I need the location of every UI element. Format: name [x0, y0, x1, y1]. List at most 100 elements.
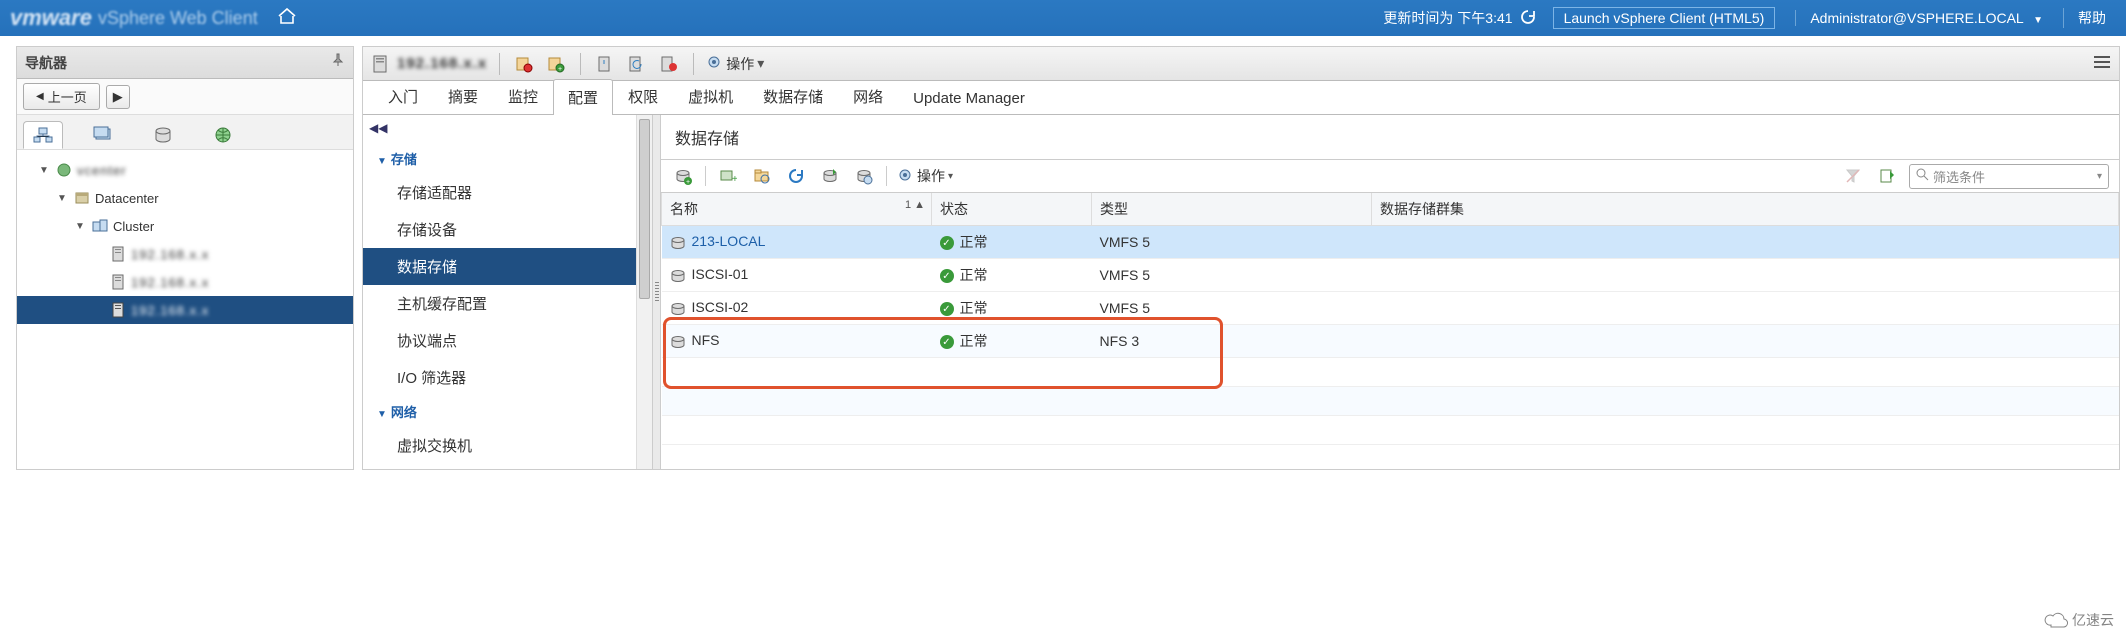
filter-placeholder: 筛选条件: [1933, 167, 1985, 186]
object-title: 192.168.x.x: [397, 55, 487, 72]
splitter-handle[interactable]: [653, 115, 661, 469]
config-group-header[interactable]: ▼存储: [363, 143, 652, 174]
section-title: 数据存储: [661, 115, 2119, 159]
inventory-tree: ▼ vcenter ▼ Datacenter ▼ Cluster 192.168…: [17, 149, 353, 469]
back-button[interactable]: ◀ 上一页: [23, 83, 100, 110]
svg-text:+: +: [686, 179, 690, 185]
column-header-cluster[interactable]: 数据存储群集: [1372, 193, 2119, 226]
tree-vcenter-node[interactable]: ▼ vcenter: [17, 156, 353, 184]
user-menu[interactable]: Administrator@VSPHERE.LOCAL ▼: [1795, 10, 2043, 26]
home-icon[interactable]: [276, 7, 298, 30]
history-dropdown[interactable]: ▶: [106, 85, 130, 109]
filter-input[interactable]: 筛选条件 ▾: [1909, 164, 2109, 189]
export-icon[interactable]: [1875, 165, 1899, 187]
hosts-view-tab[interactable]: [23, 121, 63, 149]
datastore-actions-menu[interactable]: 操作 ▾: [897, 166, 953, 186]
action-enter-maintenance-icon[interactable]: [512, 53, 536, 75]
browse-files-icon[interactable]: [750, 165, 774, 187]
datastores-pane: 数据存储 + + 操作 ▾: [661, 115, 2119, 469]
content-pane: 192.168.x.x + 操作 ▾ 入门摘要监控配置权限虚拟机数据存储网络Up…: [362, 46, 2120, 470]
collapse-icon[interactable]: ◀◀: [369, 121, 387, 135]
tab-4[interactable]: 权限: [613, 78, 673, 114]
action-reboot-icon[interactable]: [625, 53, 649, 75]
panel-menu-icon[interactable]: [2093, 55, 2111, 72]
tree-label: vcenter: [77, 163, 127, 178]
gear-icon: [706, 54, 722, 73]
tree-label: 192.168.x.x: [131, 275, 209, 290]
network-view-tab[interactable]: [203, 121, 243, 149]
table-row[interactable]: NFS✓正常NFS 3: [662, 325, 2119, 358]
inventory-view-tabs: [17, 115, 353, 149]
action-shutdown-icon[interactable]: [657, 53, 681, 75]
main-tabs: 入门摘要监控配置权限虚拟机数据存储网络Update Manager: [363, 81, 2119, 115]
config-item[interactable]: 协议端点: [363, 322, 652, 359]
tab-8[interactable]: Update Manager: [898, 82, 1040, 114]
launch-html5-client-button[interactable]: Launch vSphere Client (HTML5): [1553, 7, 1776, 29]
tab-6[interactable]: 数据存储: [748, 78, 838, 114]
tab-1[interactable]: 摘要: [433, 78, 493, 114]
pin-icon[interactable]: [331, 53, 345, 72]
action-new-vm-icon[interactable]: +: [544, 53, 568, 75]
host-icon: [371, 55, 389, 73]
tab-7[interactable]: 网络: [838, 78, 898, 114]
scrollbar[interactable]: [636, 115, 652, 469]
manage-storage-icon[interactable]: [852, 165, 876, 187]
tab-5[interactable]: 虚拟机: [673, 78, 748, 114]
actions-label: 操作: [726, 54, 754, 74]
user-label: Administrator@VSPHERE.LOCAL: [1810, 10, 2023, 26]
chevron-down-icon: ▾: [757, 55, 764, 72]
new-datastore-icon[interactable]: +: [671, 165, 695, 187]
refresh-icon[interactable]: [784, 165, 808, 187]
search-icon: [1916, 168, 1929, 184]
config-item[interactable]: 存储设备: [363, 211, 652, 248]
tree-host-node[interactable]: 192.168.x.x: [17, 268, 353, 296]
navigator-header: 导航器: [17, 47, 353, 79]
tab-3[interactable]: 配置: [553, 79, 613, 115]
actions-menu[interactable]: 操作 ▾: [706, 54, 764, 74]
tree-label: Datacenter: [95, 191, 159, 206]
navigator-panel: 导航器 ◀ 上一页 ▶: [16, 46, 354, 470]
config-item[interactable]: 数据存储: [363, 248, 652, 285]
register-vm-icon[interactable]: +: [716, 165, 740, 187]
config-group-header[interactable]: ▼网络: [363, 396, 652, 427]
update-time-label: 更新时间为 下午3:41: [1383, 8, 1512, 28]
tree-datacenter-node[interactable]: ▼ Datacenter: [17, 184, 353, 212]
tab-0[interactable]: 入门: [373, 78, 433, 114]
storage-view-tab[interactable]: [143, 121, 183, 149]
vms-view-tab[interactable]: [83, 121, 123, 149]
tree-cluster-node[interactable]: ▼ Cluster: [17, 212, 353, 240]
tree-label: 192.168.x.x: [131, 247, 209, 262]
host-icon: [109, 301, 127, 319]
gear-icon: [897, 167, 913, 186]
config-item[interactable]: 虚拟交换机: [363, 427, 652, 464]
filter-clear-icon[interactable]: [1841, 165, 1865, 187]
tree-host-node[interactable]: 192.168.x.x: [17, 296, 353, 324]
table-row[interactable]: ISCSI-02✓正常VMFS 5: [662, 292, 2119, 325]
config-item[interactable]: 主机缓存配置: [363, 285, 652, 322]
svg-text:+: +: [732, 174, 737, 185]
host-icon: [109, 245, 127, 263]
column-header-name[interactable]: 名称 1 ▲: [662, 193, 932, 226]
help-menu[interactable]: 帮助: [2063, 8, 2106, 28]
datacenter-icon: [73, 189, 91, 207]
increase-capacity-icon[interactable]: [818, 165, 842, 187]
watermark: 亿速云: [2044, 610, 2114, 630]
chevron-left-icon: ◀: [36, 91, 44, 102]
actions-label: 操作: [917, 166, 945, 186]
config-item[interactable]: I/O 筛选器: [363, 359, 652, 396]
tree-host-node[interactable]: 192.168.x.x: [17, 240, 353, 268]
config-sidebar: ◀◀ ▼存储存储适配器存储设备数据存储主机缓存配置协议端点I/O 筛选器▼网络虚…: [363, 115, 653, 469]
brand-logo: vmware: [10, 5, 92, 31]
table-row[interactable]: ISCSI-01✓正常VMFS 5: [662, 259, 2119, 292]
watermark-text: 亿速云: [2072, 610, 2114, 630]
column-header-type[interactable]: 类型: [1092, 193, 1372, 226]
tab-2[interactable]: 监控: [493, 78, 553, 114]
sort-indicator: 1 ▲: [905, 199, 925, 211]
table-row[interactable]: 213-LOCAL✓正常VMFS 5: [662, 226, 2119, 259]
back-label: 上一页: [48, 87, 87, 106]
action-power-icon[interactable]: [593, 53, 617, 75]
tree-label: Cluster: [113, 219, 154, 234]
config-item[interactable]: 存储适配器: [363, 174, 652, 211]
column-header-status[interactable]: 状态: [932, 193, 1092, 226]
refresh-icon[interactable]: [1519, 8, 1537, 29]
